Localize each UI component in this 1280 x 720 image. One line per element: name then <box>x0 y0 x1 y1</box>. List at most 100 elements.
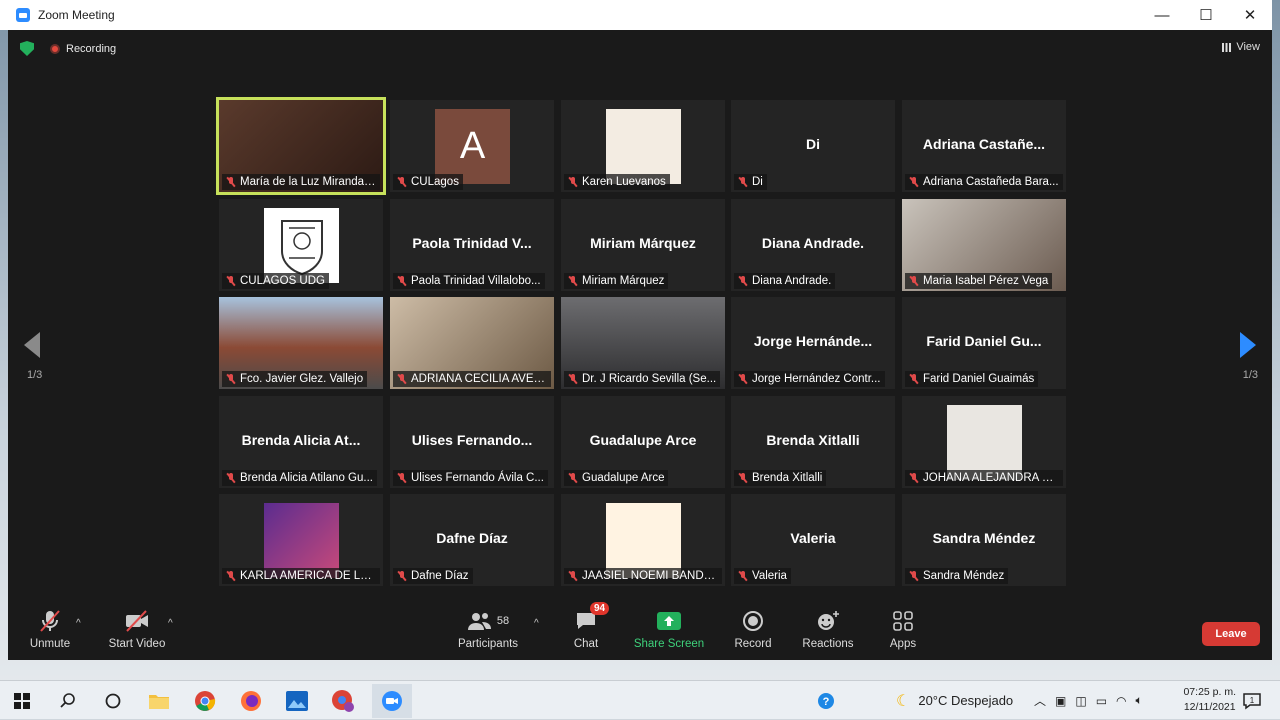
firefox-icon[interactable] <box>239 689 263 713</box>
photos-icon[interactable] <box>285 689 309 713</box>
participant-name-label: Di <box>734 174 767 190</box>
task-view-icon[interactable] <box>101 689 125 713</box>
view-button[interactable]: View <box>1222 41 1260 53</box>
participant-tile[interactable]: Brenda Xitlalli Brenda Xitlalli <box>731 396 895 488</box>
participant-name-label: CULAGOS UDG <box>222 273 329 289</box>
start-menu-windows-icon[interactable] <box>10 689 34 713</box>
share-screen-button[interactable]: Share Screen <box>629 608 709 650</box>
participant-name-label: Guadalupe Arce <box>564 470 669 486</box>
participant-name-text: Farid Daniel Guaimás <box>923 373 1035 385</box>
clock[interactable]: 07:25 p. m. 12/11/2021 <box>1183 685 1236 715</box>
participant-tile[interactable]: Miriam Márquez Miriam Márquez <box>561 199 725 291</box>
zoom-taskbar-icon[interactable] <box>372 684 412 718</box>
recording-label: Recording <box>66 43 117 55</box>
page-indicator-left: 1/3 <box>27 369 43 381</box>
participant-tile[interactable]: JOHANA ALEJANDRA M... <box>902 396 1066 488</box>
participant-tile[interactable]: A CULagos <box>390 100 554 192</box>
chat-icon: 94 <box>546 602 626 634</box>
muted-mic-icon <box>226 374 236 384</box>
participant-tile[interactable]: Jorge Hernánde... Jorge Hernández Contr..… <box>731 297 895 389</box>
network-icon[interactable]: ◫ <box>1075 694 1086 708</box>
participant-name-label: Farid Daniel Guaimás <box>905 371 1039 387</box>
audio-options-caret-icon[interactable]: ^ <box>76 618 81 629</box>
participant-tile[interactable]: Diana Andrade. Diana Andrade. <box>731 199 895 291</box>
chrome-profile-icon[interactable] <box>331 689 355 713</box>
svg-text:1: 1 <box>1250 696 1255 705</box>
participant-name-label: María de la Luz Miranda B... <box>222 174 380 190</box>
battery-icon[interactable]: ▭ <box>1096 694 1107 708</box>
security-shield-icon[interactable] <box>20 41 34 56</box>
participant-name-text: KARLA AMERICA DE LA ... <box>240 570 380 582</box>
participant-name-text: Jorge Hernández Contr... <box>752 373 881 385</box>
participant-name-text: Sandra Méndez <box>923 570 1005 582</box>
participants-options-caret-icon[interactable]: ^ <box>534 618 539 629</box>
participant-video <box>947 405 1022 480</box>
participant-tile[interactable]: Farid Daniel Gu... Farid Daniel Guaimás <box>902 297 1066 389</box>
minimize-button[interactable]: — <box>1140 0 1184 30</box>
muted-mic-icon <box>568 177 578 187</box>
weather-widget[interactable]: ☾ 20°C Despejado <box>896 681 1013 720</box>
participant-name-text: Ulises Fernando Ávila C... <box>411 472 544 484</box>
chat-button[interactable]: 94 Chat <box>546 602 626 650</box>
muted-mic-icon <box>568 374 578 384</box>
participant-display-name: Di <box>806 136 820 152</box>
unmute-button[interactable]: Unmute <box>10 608 90 650</box>
participant-tile[interactable]: KARLA AMERICA DE LA ... <box>219 494 383 586</box>
participant-tile[interactable]: Guadalupe Arce Guadalupe Arce <box>561 396 725 488</box>
participant-tile[interactable]: Dafne Díaz Dafne Díaz <box>390 494 554 586</box>
maximize-button[interactable]: ☐ <box>1184 0 1228 30</box>
participant-name-text: ADRIANA CECILIA AVELA... <box>411 373 551 385</box>
moon-weather-icon: ☾ <box>896 692 911 710</box>
participant-tile[interactable]: Maria Isabel Pérez Vega <box>902 199 1066 291</box>
participant-tile[interactable]: Valeria Valeria <box>731 494 895 586</box>
participant-tile[interactable]: Brenda Alicia At... Brenda Alicia Atilano… <box>219 396 383 488</box>
notifications-icon[interactable]: 1 <box>1240 689 1264 713</box>
participant-name-label: Sandra Méndez <box>905 568 1009 584</box>
participant-name-text: Adriana Castañeda Bara... <box>923 176 1059 188</box>
record-button[interactable]: Record <box>713 608 793 650</box>
participant-name-label: Dafne Díaz <box>393 568 473 584</box>
participant-tile[interactable]: María de la Luz Miranda B... <box>216 97 386 195</box>
grid-view-icon <box>1222 42 1232 52</box>
close-button[interactable]: ✕ <box>1228 0 1272 30</box>
muted-mic-icon <box>568 276 578 286</box>
muted-mic-icon <box>909 177 919 187</box>
reactions-label: Reactions <box>802 638 854 650</box>
meet-now-icon[interactable]: ▣ <box>1055 694 1066 708</box>
muted-mic-icon <box>568 473 578 483</box>
wifi-icon[interactable]: ◠ <box>1116 694 1126 708</box>
participant-tile[interactable]: Karen Luevanos <box>561 100 725 192</box>
participants-icon: 58 <box>448 608 528 634</box>
participant-tile[interactable]: Di Di <box>731 100 895 192</box>
participant-tile[interactable]: ADRIANA CECILIA AVELA... <box>390 297 554 389</box>
recording-indicator[interactable]: Recording <box>50 43 116 55</box>
participant-tile[interactable]: Paola Trinidad V... Paola Trinidad Villal… <box>390 199 554 291</box>
participants-button[interactable]: 58 Participants <box>448 608 528 650</box>
start-video-button[interactable]: Start Video <box>97 608 177 650</box>
volume-icon[interactable]: 🔈︎ <box>1136 693 1143 708</box>
video-options-caret-icon[interactable]: ^ <box>168 618 173 629</box>
participant-name-text: Di <box>752 176 763 188</box>
participant-name-text: CULAGOS UDG <box>240 275 325 287</box>
muted-mic-icon <box>909 374 919 384</box>
participant-name-label: Brenda Alicia Atilano Gu... <box>222 470 377 486</box>
file-explorer-icon[interactable] <box>147 689 171 713</box>
show-hidden-icons-icon[interactable]: ︿ <box>1034 692 1046 709</box>
muted-mic-icon <box>397 177 407 187</box>
participant-tile[interactable]: JAASIEL NOEMI BANDA ... <box>561 494 725 586</box>
participant-tile[interactable]: Adriana Castañe... Adriana Castañeda Bara… <box>902 100 1066 192</box>
participants-count: 58 <box>496 615 510 627</box>
participant-tile[interactable]: Ulises Fernando... Ulises Fernando Ávila … <box>390 396 554 488</box>
help-icon[interactable]: ? <box>814 689 838 713</box>
leave-button[interactable]: Leave <box>1202 622 1260 646</box>
participant-tile[interactable]: Fco. Javier Glez. Vallejo <box>219 297 383 389</box>
chrome-icon[interactable] <box>193 689 217 713</box>
apps-button[interactable]: Apps <box>863 608 943 650</box>
participant-tile[interactable]: CULAGOS UDG <box>219 199 383 291</box>
reactions-button[interactable]: Reactions <box>788 608 868 650</box>
participant-tile[interactable]: Sandra Méndez Sandra Méndez <box>902 494 1066 586</box>
previous-page-button[interactable] <box>24 332 40 358</box>
participant-tile[interactable]: Dr. J Ricardo Sevilla (Se... <box>561 297 725 389</box>
next-page-button[interactable] <box>1240 332 1256 358</box>
search-icon[interactable] <box>56 689 80 713</box>
